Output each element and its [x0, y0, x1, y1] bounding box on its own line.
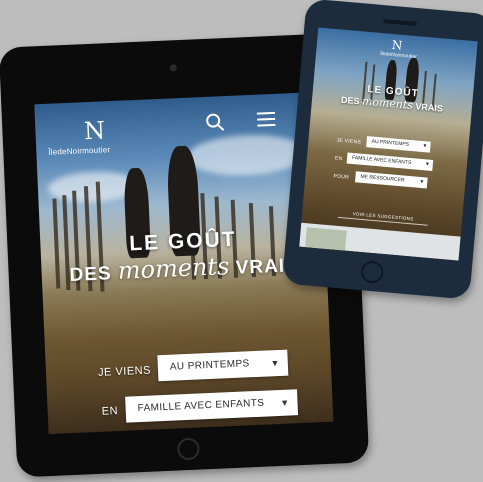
headline-des: DES	[340, 94, 360, 107]
company-select-value: FAMILLE AVEC ENFANTS	[137, 397, 265, 415]
purpose-select[interactable]: ME RESSOURCER ▼	[150, 427, 302, 435]
suggestions-link[interactable]: VOIR LES SUGGESTIONS	[337, 209, 429, 226]
logo-mark[interactable]: N	[79, 115, 110, 146]
hamburger-menu-icon[interactable]	[256, 111, 276, 129]
phone-home-button[interactable]	[360, 260, 385, 285]
phone-device: N ÎledeNoirmoutier LE GOÛT DES moments V…	[281, 0, 483, 300]
company-select[interactable]: FAMILLE AVEC ENFANTS ▼	[125, 389, 299, 423]
phone-screen: N ÎledeNoirmoutier LE GOÛT DES moments V…	[299, 27, 478, 261]
chevron-down-icon: ▼	[422, 143, 428, 150]
phone-form-label-pour: POUR	[333, 173, 350, 181]
tablet-home-button[interactable]	[176, 437, 200, 461]
phone-section-thumbnail	[305, 227, 347, 251]
phone-logo[interactable]: N ÎledeNoirmoutier	[380, 37, 417, 60]
chevron-down-icon: ▼	[424, 161, 431, 168]
phone-form-label-viens: JE VIENS	[336, 137, 362, 146]
phone-season-select[interactable]: AU PRINTEMPS ▼	[366, 136, 431, 153]
chevron-down-icon: ▼	[270, 357, 281, 369]
headline-des: DES	[69, 263, 113, 286]
phone-purpose-select[interactable]: ME RESSOURCER ▼	[354, 171, 428, 189]
phone-speaker	[382, 19, 418, 27]
phone-company-select[interactable]: FAMILLE AVEC ENFANTS ▼	[346, 152, 434, 171]
cloud	[185, 132, 308, 178]
headline-vrais: VRAIS	[414, 101, 444, 114]
form-label-viens: JE VIENS	[97, 364, 152, 379]
chevron-down-icon: ▼	[283, 427, 293, 434]
phone-form-label-en: EN	[334, 155, 343, 163]
search-icon[interactable]	[205, 112, 226, 133]
season-select[interactable]: AU PRINTEMPS ▼	[157, 349, 289, 382]
phone-company-select-value: FAMILLE AVEC ENFANTS	[351, 154, 412, 167]
chevron-down-icon: ▼	[419, 178, 425, 186]
phone-season-select-value: AU PRINTEMPS	[371, 138, 410, 148]
phone-purpose-select-value: ME RESSOURCER	[360, 173, 405, 184]
tablet-camera	[169, 64, 177, 72]
chevron-down-icon: ▼	[280, 397, 290, 408]
headline-moments: moments	[117, 252, 230, 285]
logo-text[interactable]: ÎledeNoirmoutier	[48, 144, 138, 157]
form-label-en: EN	[101, 405, 119, 418]
season-select-value: AU PRINTEMPS	[169, 358, 250, 373]
